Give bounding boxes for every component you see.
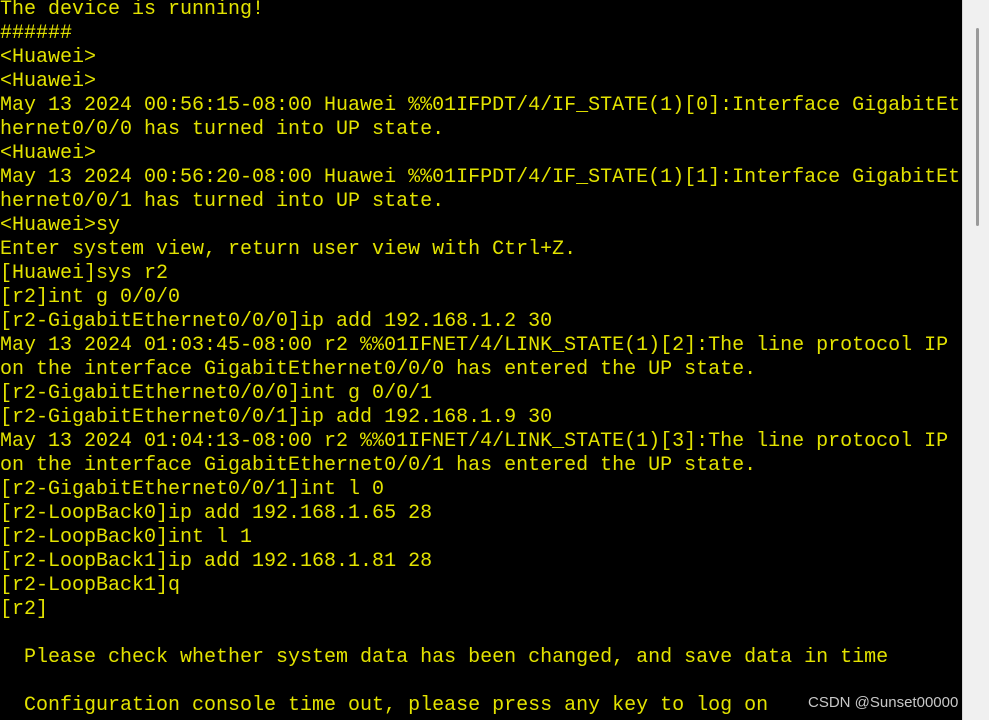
watermark: CSDN @Sunset00000 — [808, 694, 959, 711]
terminal-line: [Huawei]sys r2 — [0, 262, 169, 285]
terminal-line: [r2-GigabitEthernet0/0/0]int g 0/0/1 — [0, 382, 433, 405]
terminal-line: [r2-LoopBack0]int l 1 — [0, 526, 253, 549]
terminal-line: [r2-GigabitEthernet0/0/1]ip add 192.168.… — [0, 406, 553, 429]
terminal-line: [r2]int g 0/0/0 — [0, 286, 181, 309]
scrollbar-thumb[interactable] — [976, 28, 979, 226]
terminal-line: Please check whether system data has bee… — [0, 646, 889, 669]
terminal-line: <Huawei>sy — [0, 214, 121, 237]
terminal-line: hernet0/0/0 has turned into UP state. — [0, 118, 445, 141]
terminal-line: Enter system view, return user view with… — [0, 238, 577, 261]
terminal-line: [r2-GigabitEthernet0/0/1]int l 0 — [0, 478, 385, 501]
terminal-line: ###### — [0, 22, 73, 45]
terminal-line: on the interface GigabitEthernet0/0/1 ha… — [0, 454, 757, 477]
terminal-line: hernet0/0/1 has turned into UP state. — [0, 190, 445, 213]
terminal-line: May 13 2024 00:56:20-08:00 Huawei %%01IF… — [0, 166, 961, 189]
terminal-output[interactable]: The device is running! ###### <Huawei> <Hua… — [0, 0, 962, 720]
terminal-line: May 13 2024 00:56:15-08:00 Huawei %%01IF… — [0, 94, 961, 117]
terminal-line: [r2-LoopBack1]q — [0, 574, 181, 597]
terminal-line: on the interface GigabitEthernet0/0/0 ha… — [0, 358, 757, 381]
terminal-line: The device is running! — [0, 0, 265, 21]
terminal-line: May 13 2024 01:03:45-08:00 r2 %%01IFNET/… — [0, 334, 949, 357]
terminal-line: <Huawei> — [0, 70, 97, 93]
terminal-line: May 13 2024 01:04:13-08:00 r2 %%01IFNET/… — [0, 430, 949, 453]
vertical-scrollbar[interactable] — [962, 0, 989, 720]
terminal-line: [r2] — [0, 598, 49, 621]
terminal-line: [r2-LoopBack1]ip add 192.168.1.81 28 — [0, 550, 433, 573]
terminal-line: [r2-GigabitEthernet0/0/0]ip add 192.168.… — [0, 310, 553, 333]
terminal-line: <Huawei> — [0, 46, 97, 69]
terminal-line: <Huawei> — [0, 142, 97, 165]
terminal-line: [r2-LoopBack0]ip add 192.168.1.65 28 — [0, 502, 433, 525]
